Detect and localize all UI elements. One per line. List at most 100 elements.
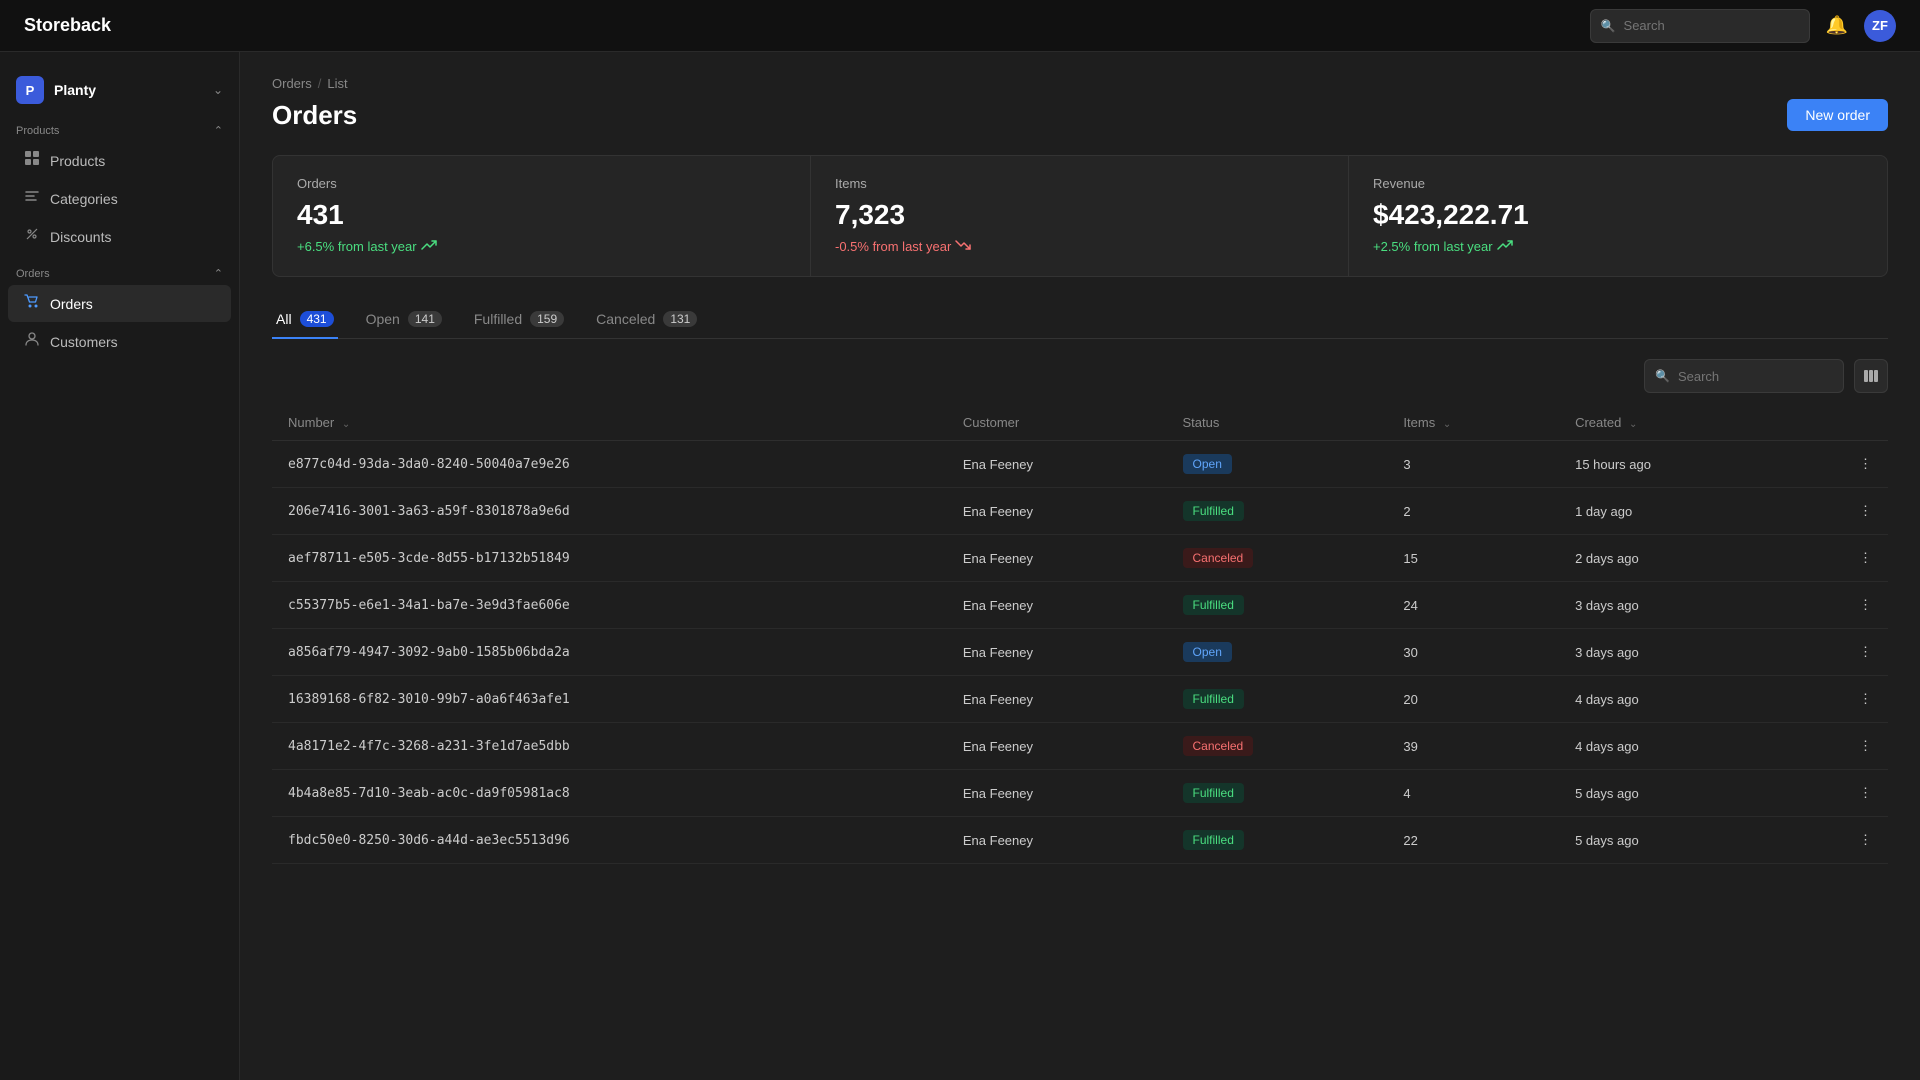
- stat-orders-label: Orders: [297, 176, 786, 191]
- tab-canceled-badge: 131: [663, 311, 697, 327]
- sidebar-item-discounts[interactable]: Discounts: [8, 218, 231, 255]
- row-actions-button[interactable]: ⋮: [1791, 582, 1888, 629]
- table-toolbar: 🔍: [272, 359, 1888, 393]
- table-row[interactable]: 206e7416-3001-3a63-a59f-8301878a9e6d Ena…: [272, 488, 1888, 535]
- page-title: Orders: [272, 100, 357, 131]
- order-status: Fulfilled: [1167, 676, 1388, 723]
- sidebar-item-orders[interactable]: Orders: [8, 285, 231, 322]
- order-id: c55377b5-e6e1-34a1-ba7e-3e9d3fae606e: [288, 598, 570, 613]
- stat-orders-change-text: +6.5% from last year: [297, 239, 417, 254]
- table-row[interactable]: 16389168-6f82-3010-99b7-a0a6f463afe1 Ena…: [272, 676, 1888, 723]
- table-search-icon: 🔍: [1655, 369, 1670, 383]
- table-row[interactable]: 4b4a8e85-7d10-3eab-ac0c-da9f05981ac8 Ena…: [272, 770, 1888, 817]
- tab-canceled[interactable]: Canceled 131: [592, 301, 701, 339]
- stat-items: Items 7,323 -0.5% from last year: [811, 156, 1349, 276]
- topnav-right: 🔍 🔔 ZF: [1590, 9, 1896, 43]
- order-customer: Ena Feeney: [947, 441, 1167, 488]
- stat-items-change-text: -0.5% from last year: [835, 239, 951, 254]
- avatar[interactable]: ZF: [1864, 10, 1896, 42]
- sidebar-item-customers[interactable]: Customers: [8, 323, 231, 360]
- sidebar-section-orders-label: Orders: [16, 268, 50, 280]
- workspace-name: Planty: [54, 82, 213, 98]
- sidebar-item-products[interactable]: Products: [8, 142, 231, 179]
- row-actions-button[interactable]: ⋮: [1791, 629, 1888, 676]
- order-created: 1 day ago: [1559, 488, 1791, 535]
- row-actions-button[interactable]: ⋮: [1791, 817, 1888, 864]
- main-content: Orders / List Orders New order Orders 43…: [240, 52, 1920, 1080]
- order-status: Canceled: [1167, 535, 1388, 582]
- col-number[interactable]: Number ⌄: [272, 405, 947, 441]
- stat-orders: Orders 431 +6.5% from last year: [273, 156, 811, 276]
- stat-orders-value: 431: [297, 199, 786, 231]
- row-actions-button[interactable]: ⋮: [1791, 676, 1888, 723]
- order-id: 16389168-6f82-3010-99b7-a0a6f463afe1: [288, 692, 570, 707]
- order-customer: Ena Feeney: [947, 629, 1167, 676]
- table-row[interactable]: a856af79-4947-3092-9ab0-1585b06bda2a Ena…: [272, 629, 1888, 676]
- row-actions-button[interactable]: ⋮: [1791, 535, 1888, 582]
- global-search-box[interactable]: 🔍: [1590, 9, 1810, 43]
- col-items[interactable]: Items ⌄: [1387, 405, 1559, 441]
- order-created: 4 days ago: [1559, 676, 1791, 723]
- sidebar-item-categories-label: Categories: [50, 191, 118, 207]
- tab-fulfilled[interactable]: Fulfilled 159: [470, 301, 568, 339]
- sidebar-item-categories[interactable]: Categories: [8, 180, 231, 217]
- table-row[interactable]: e877c04d-93da-3da0-8240-50040a7e9e26 Ena…: [272, 441, 1888, 488]
- stat-items-change: -0.5% from last year: [835, 237, 1324, 256]
- order-created: 5 days ago: [1559, 770, 1791, 817]
- global-search-input[interactable]: [1624, 18, 1799, 33]
- trending-up-icon: [421, 237, 437, 256]
- table-search-input[interactable]: [1678, 369, 1833, 384]
- workspace-selector[interactable]: P Planty ⌄: [0, 68, 239, 112]
- table-row[interactable]: fbdc50e0-8250-30d6-a44d-ae3ec5513d96 Ena…: [272, 817, 1888, 864]
- row-actions-button[interactable]: ⋮: [1791, 488, 1888, 535]
- brand-logo: Storeback: [24, 15, 1590, 36]
- categories-icon: [24, 188, 40, 209]
- order-created: 3 days ago: [1559, 629, 1791, 676]
- row-actions-button[interactable]: ⋮: [1791, 723, 1888, 770]
- sidebar-section-products[interactable]: Products ⌃: [0, 120, 239, 141]
- sidebar-section-orders[interactable]: Orders ⌃: [0, 263, 239, 284]
- order-items: 24: [1387, 582, 1559, 629]
- trending-down-icon: [955, 237, 971, 256]
- order-items: 30: [1387, 629, 1559, 676]
- table-row[interactable]: 4a8171e2-4f7c-3268-a231-3fe1d7ae5dbb Ena…: [272, 723, 1888, 770]
- order-customer: Ena Feeney: [947, 723, 1167, 770]
- order-items: 20: [1387, 676, 1559, 723]
- customers-icon: [24, 331, 40, 352]
- workspace-icon: P: [16, 76, 44, 104]
- order-items: 22: [1387, 817, 1559, 864]
- order-items: 15: [1387, 535, 1559, 582]
- tab-all[interactable]: All 431: [272, 301, 338, 339]
- tab-canceled-label: Canceled: [596, 311, 655, 327]
- col-actions: [1791, 405, 1888, 441]
- breadcrumb-orders[interactable]: Orders: [272, 76, 312, 91]
- sidebar-item-customers-label: Customers: [50, 334, 118, 350]
- col-status: Status: [1167, 405, 1388, 441]
- new-order-button[interactable]: New order: [1787, 99, 1888, 131]
- order-status: Fulfilled: [1167, 582, 1388, 629]
- order-created: 5 days ago: [1559, 817, 1791, 864]
- table-row[interactable]: c55377b5-e6e1-34a1-ba7e-3e9d3fae606e Ena…: [272, 582, 1888, 629]
- col-created[interactable]: Created ⌄: [1559, 405, 1791, 441]
- discounts-icon: [24, 226, 40, 247]
- table-row[interactable]: aef78711-e505-3cde-8d55-b17132b51849 Ena…: [272, 535, 1888, 582]
- order-customer: Ena Feeney: [947, 582, 1167, 629]
- notification-bell-icon[interactable]: 🔔: [1826, 15, 1848, 36]
- stat-revenue-change: +2.5% from last year: [1373, 237, 1863, 256]
- trending-up-icon2: [1497, 237, 1513, 256]
- stat-revenue-value: $423,222.71: [1373, 199, 1863, 231]
- order-id: aef78711-e505-3cde-8d55-b17132b51849: [288, 551, 570, 566]
- row-actions-button[interactable]: ⋮: [1791, 770, 1888, 817]
- stat-revenue-change-text: +2.5% from last year: [1373, 239, 1493, 254]
- order-id: e877c04d-93da-3da0-8240-50040a7e9e26: [288, 457, 570, 472]
- order-status: Fulfilled: [1167, 488, 1388, 535]
- stat-revenue-label: Revenue: [1373, 176, 1863, 191]
- page-header: Orders New order: [272, 99, 1888, 131]
- row-actions-button[interactable]: ⋮: [1791, 441, 1888, 488]
- table-search-box[interactable]: 🔍: [1644, 359, 1844, 393]
- tab-open[interactable]: Open 141: [362, 301, 446, 339]
- order-items: 2: [1387, 488, 1559, 535]
- stat-revenue: Revenue $423,222.71 +2.5% from last year: [1349, 156, 1887, 276]
- orders-icon: [24, 293, 40, 314]
- columns-button[interactable]: [1854, 359, 1888, 393]
